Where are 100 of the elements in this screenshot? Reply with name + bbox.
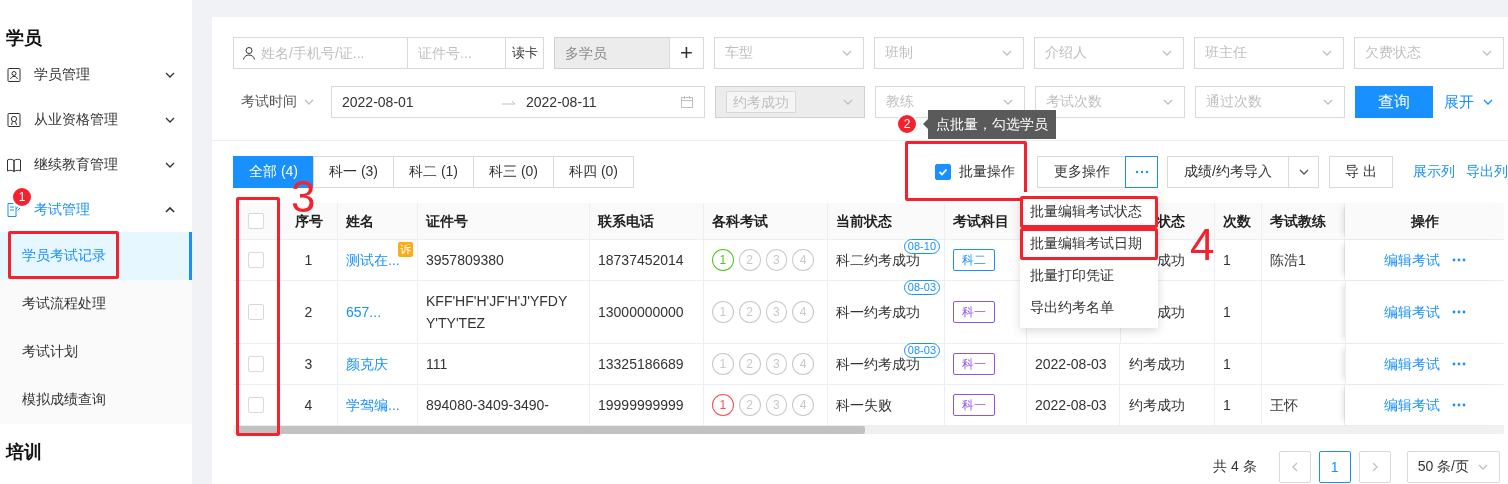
row-checkbox[interactable] (248, 304, 264, 320)
tab[interactable]: 科四 (0) (553, 156, 634, 188)
menu-item[interactable]: 从业资格管理 (34, 110, 118, 129)
phone-number: 18737452014 (598, 251, 684, 270)
phone-number: 19999999999 (598, 396, 684, 415)
edit-exam-link[interactable]: 编辑考试 (1383, 394, 1440, 416)
time-type-select[interactable]: 考试时间 (233, 93, 323, 111)
column-header: 当前状态 (836, 213, 892, 229)
search-field[interactable]: 姓名/手机号/证... (233, 37, 408, 69)
tab[interactable]: 科二 (1) (393, 156, 474, 188)
query-button[interactable]: 查询 (1355, 86, 1433, 118)
toolbar-link[interactable]: 导出列 (1466, 163, 1508, 181)
more-toggle-button[interactable] (1125, 156, 1158, 188)
book-icon (6, 156, 22, 173)
select-field[interactable]: 介绍人 (1034, 37, 1184, 69)
batch-label: 批量操作 (959, 163, 1015, 181)
attempt-count: 1 (1223, 303, 1231, 322)
previous-page-button[interactable] (1278, 451, 1311, 483)
export-button[interactable]: 导 出 (1329, 156, 1393, 188)
student-name-link[interactable]: 颜克庆 (346, 353, 388, 375)
attempt-count: 1 (1223, 396, 1231, 415)
column-header: 考试教练 (1270, 213, 1326, 229)
id-number-field[interactable]: 证件号... (407, 37, 506, 69)
coach-name: 陈浩1 (1270, 251, 1306, 270)
booking-status: 约考成功 (1129, 355, 1185, 374)
booking-status: 约考成功 (1129, 396, 1185, 415)
select-field[interactable]: 班制 (874, 37, 1024, 69)
coach-name: 王怀 (1270, 396, 1298, 415)
edit-exam-link[interactable]: 编辑考试 (1384, 353, 1440, 375)
menu-item[interactable]: 继续教育管理 (34, 155, 118, 174)
more-actions-button[interactable]: 更多操作 (1037, 156, 1126, 188)
toolbar-link[interactable]: 展示列 (1413, 163, 1455, 181)
submenu-item[interactable]: 考试流程处理 (0, 280, 192, 328)
column-header: 次数 (1223, 213, 1251, 229)
row-checkbox[interactable] (248, 356, 264, 372)
menu-item[interactable]: 考试管理 (34, 200, 90, 219)
row-number: 2 (304, 303, 313, 322)
row-checkbox[interactable] (248, 397, 264, 413)
import-dropdown-button[interactable] (1288, 156, 1319, 188)
batch-checkbox[interactable] (935, 164, 951, 180)
exam-date: 2022-08-03 (1035, 355, 1107, 374)
more-icon (1452, 310, 1466, 314)
add-button[interactable]: + (669, 37, 704, 69)
booking-status: 成功 (1157, 303, 1185, 322)
student-name-link[interactable]: 测试在... (346, 249, 400, 271)
date-badge: 08-03 (903, 343, 940, 358)
menu-item[interactable]: 批量编辑考试状态 (1020, 196, 1158, 228)
student-name-link[interactable]: 657... (346, 301, 382, 323)
more-icon (1451, 403, 1466, 407)
menu-item[interactable]: 批量打印凭证 (1020, 260, 1158, 292)
more-icon (1451, 258, 1466, 262)
document-icon (6, 201, 22, 218)
more-icon (1452, 362, 1466, 366)
row-number: 3 (304, 355, 313, 374)
select-field[interactable]: 车型 (714, 37, 864, 69)
student-name-link[interactable]: 学驾编... (346, 394, 400, 416)
subject-tag: 科一 (953, 353, 995, 375)
id-number: KFF'HF'H'JF'H'J'YFDYY'TY'TEZ (426, 292, 569, 333)
hint-tooltip: 点批量，勾选学员 (923, 110, 1056, 139)
tab[interactable]: 科一 (3) (313, 156, 394, 188)
edit-exam-link[interactable]: 编辑考试 (1384, 301, 1440, 323)
subject-tag: 科一 (953, 301, 995, 323)
date-badge: 08-03 (903, 280, 940, 295)
id-number: 894080-3409-3490- (426, 396, 549, 415)
user-icon (242, 46, 256, 60)
select-field[interactable]: 班主任 (1194, 37, 1344, 69)
subject-tag: 科二 (953, 249, 995, 271)
appeal-badge: 诉 (398, 242, 413, 257)
tab[interactable]: 科三 (0) (473, 156, 554, 188)
column-header: 状态 (1157, 213, 1185, 229)
expand-link[interactable]: 展开 (1444, 92, 1494, 112)
step-number: 4 (1190, 228, 1215, 261)
column-header: 考试科目 (953, 213, 1009, 229)
next-page-button[interactable] (1358, 451, 1391, 483)
select-all-checkbox[interactable] (248, 213, 264, 229)
page-size-select[interactable]: 50 条/页 (1406, 451, 1500, 483)
select-field[interactable]: 欠费状态 (1354, 37, 1504, 69)
certificate-icon (6, 111, 22, 128)
column-header: 联系电话 (598, 213, 654, 229)
more-icon (1134, 170, 1149, 174)
column-header: 各科考试 (712, 213, 768, 229)
import-button[interactable]: 成绩/约考导入 (1167, 156, 1289, 188)
page-button[interactable]: 1 (1318, 451, 1351, 483)
select-field[interactable]: 考试次数 (1035, 86, 1185, 118)
id-card-icon (6, 66, 22, 83)
edit-exam-link[interactable]: 编辑考试 (1383, 249, 1440, 271)
menu-item[interactable]: 批量编辑考试日期 (1020, 228, 1158, 260)
submenu-item[interactable]: 考试计划 (0, 328, 192, 376)
submenu-item[interactable]: 模拟成绩查询 (0, 376, 192, 424)
date-range-picker[interactable]: 2022-08-01 2022-08-11 (331, 86, 705, 118)
menu-item[interactable]: 学员管理 (34, 65, 90, 84)
menu-item[interactable]: 导出约考名单 (1020, 292, 1158, 324)
exam-date: 2022-08-03 (1035, 396, 1107, 415)
row-number: 4 (304, 396, 313, 415)
status-text: 科一失败 (836, 396, 892, 415)
row-checkbox[interactable] (248, 252, 264, 268)
phone-number: 13000000000 (598, 303, 684, 322)
subject-tag: 科一 (953, 394, 995, 416)
read-card-button[interactable]: 读卡 (505, 37, 544, 69)
select-field[interactable]: 通过次数 (1195, 86, 1345, 118)
